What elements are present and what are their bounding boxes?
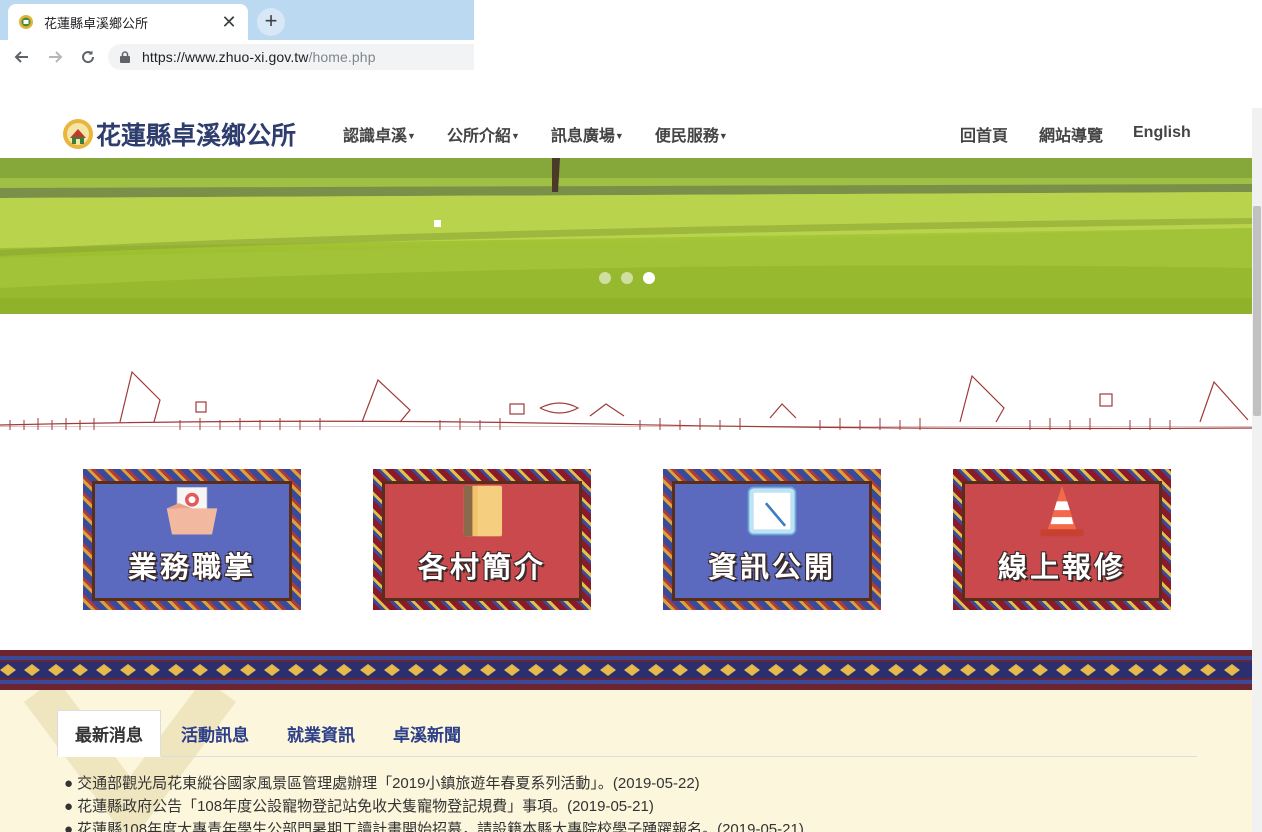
quick-link-tiles: 業務職掌 各村簡介 資訊公開 線上報修 bbox=[0, 469, 1252, 611]
reload-icon[interactable] bbox=[77, 46, 99, 68]
news-item[interactable]: ● 花蓮縣政府公告「108年度公設寵物登記站免收犬隻寵物登記規費」事項。(2019… bbox=[64, 795, 804, 818]
hero-carousel[interactable] bbox=[0, 158, 1252, 314]
carousel-dot-2[interactable] bbox=[621, 272, 633, 284]
close-tab-icon[interactable]: ✕ bbox=[220, 13, 238, 31]
news-tabs: 最新消息 活動訊息 就業資訊 卓溪新聞 bbox=[57, 710, 1197, 757]
tab-latest-news[interactable]: 最新消息 bbox=[57, 710, 161, 757]
back-arrow-icon[interactable] bbox=[11, 46, 33, 68]
address-bar[interactable]: https://www.zhuo-xi.gov.tw/home.php bbox=[108, 44, 474, 70]
tab-label: 最新消息 bbox=[75, 726, 143, 745]
nav-item-label: 便民服務 bbox=[654, 128, 719, 145]
browser-toolbar: https://www.zhuo-xi.gov.tw/home.php bbox=[0, 40, 474, 74]
site-header: 花蓮縣卓溪鄉公所 認識卓溪▼ 公所介紹▼ 訊息廣場▼ 便民服務▼ 回首頁 網站導… bbox=[0, 108, 1252, 158]
tile-panel: 業務職掌 bbox=[92, 481, 292, 601]
url-domain: https://www.zhuo-xi.gov.tw bbox=[142, 49, 309, 65]
site-logo[interactable]: 花蓮縣卓溪鄉公所 bbox=[62, 116, 296, 152]
tile-panel: 線上報修 bbox=[962, 481, 1162, 601]
township-emblem-icon bbox=[63, 119, 93, 149]
sitemap-link[interactable]: 網站導覽 bbox=[1039, 122, 1103, 146]
browser-tabstrip: 花蓮縣卓溪鄉公所 ✕ + bbox=[0, 0, 474, 40]
web-page: 花蓮縣卓溪鄉公所 認識卓溪▼ 公所介紹▼ 訊息廣場▼ 便民服務▼ 回首頁 網站導… bbox=[0, 74, 1252, 832]
news-item-text: 交通部觀光局花東縱谷國家風景區管理處辦理「2019小鎮旅遊年春夏系列活動」。(2… bbox=[77, 775, 700, 792]
home-link[interactable]: 回首頁 bbox=[960, 122, 1008, 146]
caret-down-icon: ▼ bbox=[407, 131, 416, 141]
browser-tab[interactable]: 花蓮縣卓溪鄉公所 ✕ bbox=[8, 4, 248, 40]
page-scrollbar[interactable] bbox=[1252, 108, 1262, 832]
news-list: ● 交通部觀光局花東縱谷國家風景區管理處辦理「2019小鎮旅遊年春夏系列活動」。(… bbox=[64, 772, 804, 832]
caret-down-icon: ▼ bbox=[718, 131, 728, 141]
browser-tab-title: 花蓮縣卓溪鄉公所 bbox=[44, 15, 149, 31]
bullet-icon: ● bbox=[64, 775, 74, 792]
carousel-marker bbox=[434, 220, 441, 227]
tile-panel: 各村簡介 bbox=[382, 481, 582, 601]
nav-item-about-zhuoxi[interactable]: 認識卓溪▼ bbox=[343, 122, 416, 146]
news-section: 最新消息 活動訊息 就業資訊 卓溪新聞 ● 交通部觀光局花東縱谷國家風景區管理處辦… bbox=[0, 690, 1252, 832]
nav-item-news-plaza[interactable]: 訊息廣場▼ bbox=[551, 122, 624, 146]
hand-drawn-village-divider bbox=[0, 370, 1252, 430]
box-icon bbox=[166, 487, 218, 535]
notepad-icon bbox=[747, 486, 797, 536]
tab-label: 就業資訊 bbox=[287, 726, 355, 745]
tile-disclosure[interactable]: 資訊公開 bbox=[663, 469, 881, 610]
tile-villages[interactable]: 各村簡介 bbox=[373, 469, 591, 610]
tile-label: 各村簡介 bbox=[417, 552, 546, 584]
url-path: /home.php bbox=[308, 49, 376, 65]
nav-item-label: 認識卓溪 bbox=[343, 128, 408, 145]
news-item[interactable]: ● 花蓮縣108年度大專青年學生公部門暑期工讀計畫開始招募，請設籍本縣大專院校學子… bbox=[64, 818, 804, 832]
forward-arrow-icon[interactable] bbox=[44, 46, 66, 68]
tab-events[interactable]: 活動訊息 bbox=[167, 710, 263, 757]
nav-item-label: 訊息廣場 bbox=[550, 128, 615, 145]
tile-label: 資訊公開 bbox=[707, 552, 836, 584]
nav-item-label: 公所介紹 bbox=[446, 128, 511, 145]
carousel-dot-1[interactable] bbox=[599, 272, 611, 284]
tile-repair[interactable]: 線上報修 bbox=[953, 469, 1171, 610]
news-item-text: 花蓮縣政府公告「108年度公設寵物登記站免收犬隻寵物登記規費」事項。(2019-… bbox=[77, 798, 654, 815]
tab-label: 活動訊息 bbox=[181, 726, 249, 745]
bullet-icon: ● bbox=[64, 798, 74, 815]
caret-down-icon: ▼ bbox=[510, 131, 520, 141]
nav-item-office-intro[interactable]: 公所介紹▼ bbox=[447, 122, 520, 146]
tile-duties[interactable]: 業務職掌 bbox=[83, 469, 301, 610]
notebook-icon bbox=[463, 485, 503, 537]
tab-jobs[interactable]: 就業資訊 bbox=[273, 710, 369, 757]
rice-field-image bbox=[0, 158, 1252, 314]
tab-label: 卓溪新聞 bbox=[393, 726, 461, 745]
tab-zhuoxi-news[interactable]: 卓溪新聞 bbox=[379, 710, 475, 757]
news-item-text: 花蓮縣108年度大專青年學生公部門暑期工讀計畫開始招募，請設籍本縣大專院校學子踴… bbox=[77, 821, 804, 832]
scrollbar-thumb[interactable] bbox=[1253, 206, 1261, 416]
site-favicon-icon bbox=[19, 15, 33, 29]
tile-label: 業務職掌 bbox=[127, 552, 256, 584]
main-nav: 認識卓溪▼ 公所介紹▼ 訊息廣場▼ 便民服務▼ bbox=[343, 122, 759, 146]
tile-label: 線上報修 bbox=[997, 552, 1126, 584]
news-item[interactable]: ● 交通部觀光局花東縱谷國家風景區管理處辦理「2019小鎮旅遊年春夏系列活動」。(… bbox=[64, 772, 804, 795]
aboriginal-pattern-band bbox=[0, 650, 1252, 690]
carousel-dot-3[interactable] bbox=[643, 272, 655, 284]
bullet-icon: ● bbox=[64, 821, 74, 832]
new-tab-button[interactable]: + bbox=[257, 8, 285, 36]
nav-item-services[interactable]: 便民服務▼ bbox=[655, 122, 728, 146]
logo-text: 花蓮縣卓溪鄉公所 bbox=[96, 121, 297, 150]
tile-panel: 資訊公開 bbox=[672, 481, 872, 601]
url-text: https://www.zhuo-xi.gov.tw/home.php bbox=[142, 49, 376, 65]
english-link[interactable]: English bbox=[1133, 124, 1191, 142]
traffic-cone-icon bbox=[1040, 485, 1084, 537]
lock-icon bbox=[120, 51, 130, 63]
caret-down-icon: ▼ bbox=[614, 131, 624, 141]
